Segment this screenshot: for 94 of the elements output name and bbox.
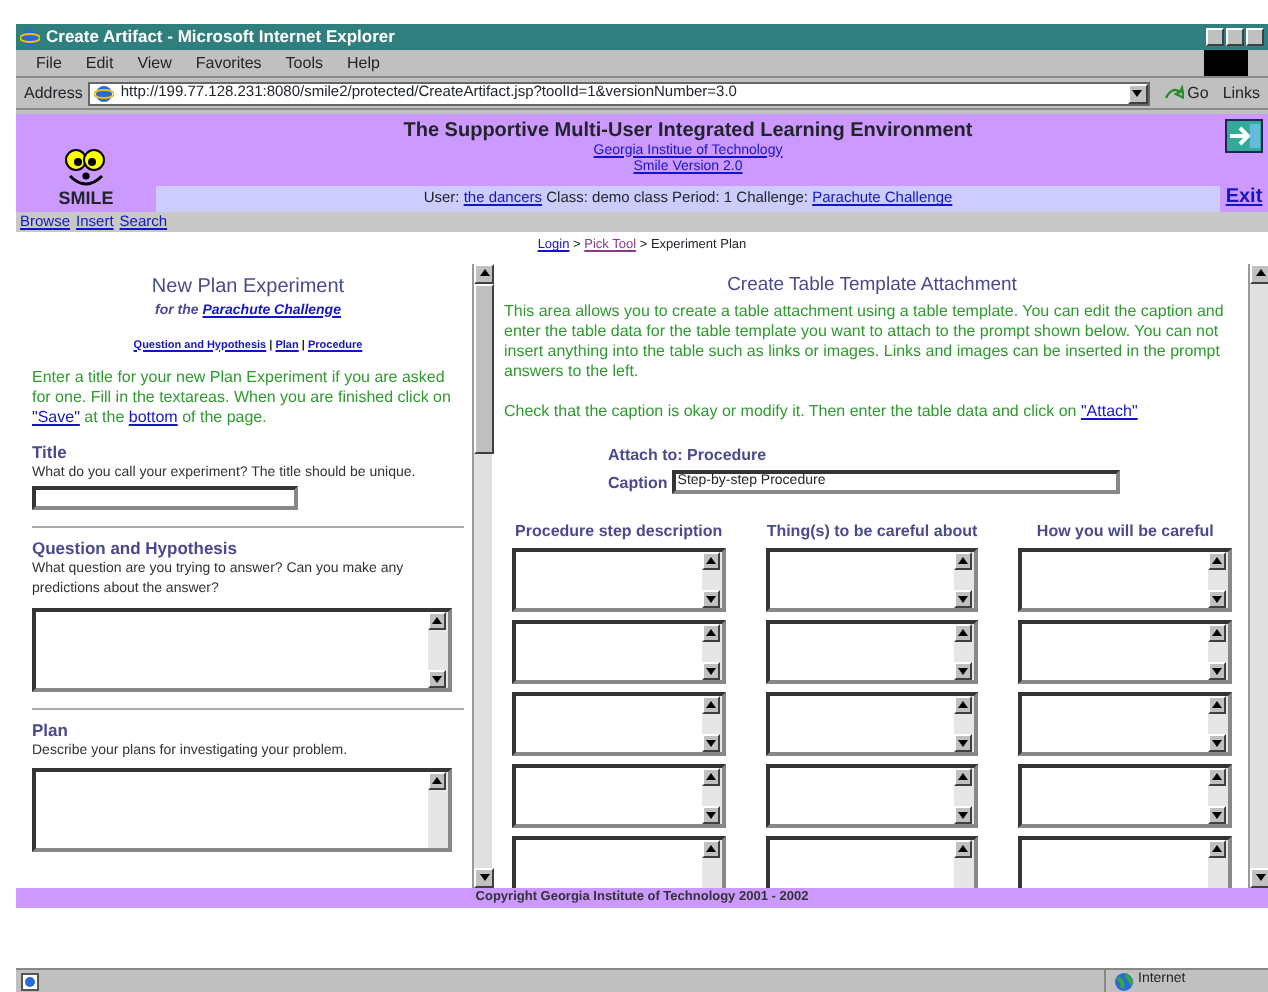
dropdown-arrow-icon[interactable] [1130, 85, 1145, 100]
answer-textarea[interactable] [32, 607, 452, 692]
column-header: How you will be careful [1034, 522, 1216, 541]
scroll-down-arrow-icon[interactable] [703, 664, 718, 679]
exit-link[interactable]: Exit [1225, 185, 1263, 208]
exit-door-icon[interactable] [1224, 118, 1264, 154]
answer-textarea[interactable] [32, 768, 452, 853]
scroll-down-arrow-icon[interactable] [956, 664, 971, 679]
scroll-down-arrow-icon[interactable] [703, 808, 718, 823]
menu-item[interactable]: Help [346, 53, 380, 73]
logo-text: SMILE [58, 187, 114, 208]
scroll-down-arrow-icon[interactable] [1209, 736, 1224, 751]
go-button[interactable]: Go [1155, 83, 1217, 103]
scroll-up-arrow-icon[interactable] [1209, 770, 1224, 785]
menu-item[interactable]: View [137, 53, 172, 73]
scroll-down-arrow-icon[interactable] [1209, 808, 1224, 823]
title-input-field[interactable] [32, 486, 298, 511]
window-title: Create Artifact - Microsoft Internet Explorer [46, 27, 395, 47]
table-textarea[interactable] [1018, 548, 1232, 613]
scroll-up-arrow-icon[interactable] [703, 554, 718, 569]
table-textarea[interactable] [765, 548, 979, 613]
section-title: Title [32, 443, 69, 464]
frame-heading: New Plan Experiment [149, 276, 347, 299]
scroll-down-arrow-icon[interactable] [956, 808, 971, 823]
menu-item[interactable]: File [36, 53, 62, 73]
page-icon [20, 971, 40, 991]
scroll-up-arrow-icon[interactable] [956, 842, 971, 857]
table-textarea[interactable] [765, 692, 979, 757]
attach-link[interactable]: "Attach" [1080, 401, 1138, 420]
scroll-down-arrow-icon[interactable] [430, 672, 444, 687]
table-textarea[interactable] [1018, 836, 1232, 888]
scroll-down-arrow-icon[interactable] [703, 592, 718, 607]
table-textarea[interactable] [512, 836, 726, 888]
menu-item[interactable]: Tools [285, 53, 323, 73]
scroll-down-arrow-icon[interactable] [1253, 870, 1267, 885]
minimize-button[interactable] [1206, 28, 1224, 46]
scroll-down-arrow-icon[interactable] [956, 736, 971, 751]
instructions-text: Enter a title for your new Plan Experiment if you are asked for one. Fill in the textareas. When you are finished click on "Save" at the bottom of the page. [32, 367, 453, 428]
vertical-scrollbar[interactable] [472, 264, 492, 888]
column-header: Thing(s) to be careful about [764, 522, 980, 541]
scroll-up-arrow-icon[interactable] [956, 770, 971, 785]
close-button[interactable] [1246, 28, 1264, 46]
smiley-logo-icon [62, 147, 110, 188]
scroll-up-arrow-icon[interactable] [430, 774, 444, 789]
scroll-up-arrow-icon[interactable] [1209, 626, 1224, 641]
scroll-up-arrow-icon[interactable] [477, 266, 491, 281]
scroll-thumb[interactable] [474, 284, 494, 454]
table-textarea[interactable] [512, 692, 726, 757]
table-textarea[interactable] [512, 764, 726, 829]
description-text: This area allows you to create a table attachment using a table template. You can edit the caption and enter the table data for the table template you want to attach to the prompt shown below. You can not insert anything into the table such as links or images. Links and images can be inserted in the prompt answers to the left. [504, 301, 1226, 382]
links-button[interactable]: Links [1222, 83, 1260, 103]
scroll-up-arrow-icon[interactable] [703, 770, 718, 785]
scroll-down-arrow-icon[interactable] [1209, 664, 1224, 679]
vertical-scrollbar[interactable] [1248, 264, 1268, 888]
table-textarea[interactable] [1018, 620, 1232, 685]
menu-item[interactable]: Edit [85, 53, 114, 73]
maximize-button[interactable] [1226, 28, 1244, 46]
instruction-text: Check that the caption is okay or modify it. Then enter the table data and click on "Attach" [504, 401, 1140, 422]
browser-icon [20, 27, 40, 47]
scroll-down-arrow-icon[interactable] [703, 736, 718, 751]
scroll-down-arrow-icon[interactable] [1209, 592, 1224, 607]
scroll-up-arrow-icon[interactable] [430, 614, 444, 629]
table-textarea[interactable] [1018, 764, 1232, 829]
bottom-link[interactable]: bottom [128, 407, 178, 426]
section-title: Plan [32, 721, 70, 742]
scroll-up-arrow-icon[interactable] [956, 626, 971, 641]
scroll-up-arrow-icon[interactable] [703, 842, 718, 857]
column-header: Procedure step description [513, 522, 725, 541]
scroll-up-arrow-icon[interactable] [956, 554, 971, 569]
address-label: Address [24, 83, 83, 103]
caption-label: Caption [608, 473, 668, 492]
browser-icon [94, 83, 115, 103]
globe-icon [1114, 971, 1134, 991]
table-textarea[interactable] [512, 548, 726, 613]
scroll-up-arrow-icon[interactable] [1209, 554, 1224, 569]
scroll-up-arrow-icon[interactable] [956, 698, 971, 713]
menu-item[interactable]: Favorites [195, 53, 262, 73]
section-title: Question and Hypothesis [32, 540, 239, 560]
table-textarea[interactable] [765, 764, 979, 829]
table-textarea[interactable] [1018, 692, 1232, 757]
table-textarea[interactable] [765, 620, 979, 685]
scroll-up-arrow-icon[interactable] [703, 626, 718, 641]
scroll-up-arrow-icon[interactable] [1209, 698, 1224, 713]
scroll-down-arrow-icon[interactable] [956, 592, 971, 607]
table-textarea[interactable] [765, 836, 979, 888]
site-title: The Supportive Multi-User Integrated Learning Environment [403, 120, 973, 142]
attach-to-label: Attach to: Procedure [608, 445, 769, 465]
frame-heading: Create Table Template Attachment [725, 276, 1019, 298]
scroll-up-arrow-icon[interactable] [1253, 266, 1267, 281]
scroll-up-arrow-icon[interactable] [703, 698, 718, 713]
scroll-down-arrow-icon[interactable] [477, 870, 491, 885]
scroll-up-arrow-icon[interactable] [1209, 842, 1224, 857]
table-textarea[interactable] [512, 620, 726, 685]
save-link[interactable]: "Save" [32, 407, 80, 426]
